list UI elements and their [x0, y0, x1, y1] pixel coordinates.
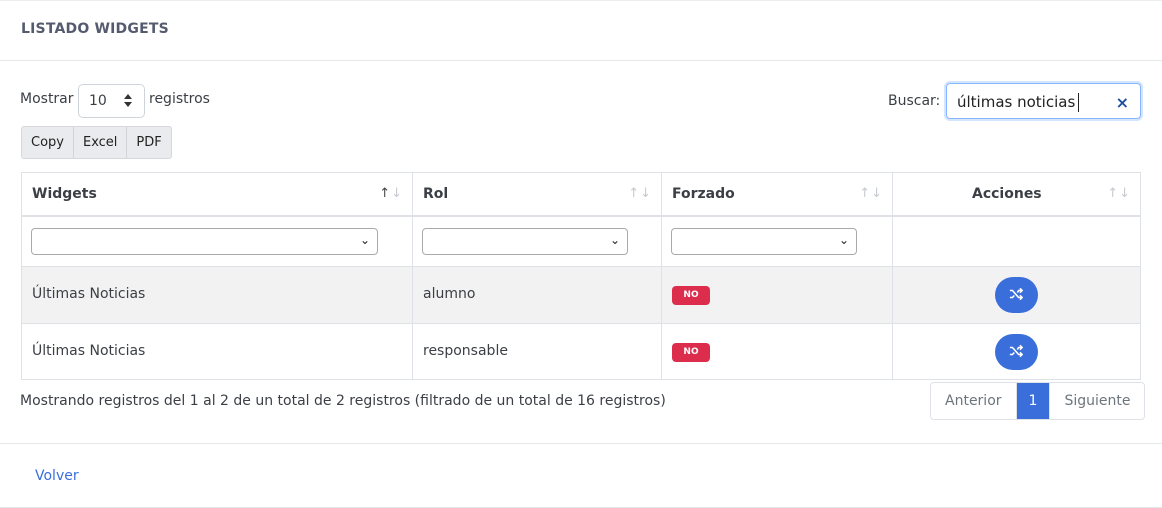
pagination-previous[interactable]: Anterior — [931, 383, 1017, 419]
filter-row: ⌄ ⌄ ⌄ — [22, 217, 1140, 267]
toggle-forced-button[interactable] — [995, 334, 1038, 370]
sort-arrows-icon: ↑↓ — [859, 186, 883, 201]
page-length-select[interactable]: 10 — [78, 84, 145, 118]
column-header-label: Acciones — [972, 186, 1042, 202]
column-header-label: Widgets — [32, 186, 97, 202]
filter-cell: ⌄ — [413, 217, 662, 266]
widgets-filter-select[interactable]: ⌄ — [31, 228, 378, 255]
table-cell: Últimas Noticias — [22, 324, 413, 380]
pagination-page-current[interactable]: 1 — [1016, 383, 1051, 419]
sort-arrows-icon: ↑↓ — [628, 186, 652, 201]
table-cell — [893, 324, 1140, 380]
page-length-value: 10 — [89, 93, 107, 109]
column-header-forzado[interactable]: Forzado ↑↓ — [662, 173, 893, 215]
role-name: alumno — [423, 286, 476, 302]
table-cell — [893, 267, 1140, 323]
export-buttons: Copy Excel PDF — [21, 126, 172, 159]
table-header-row: Widgets ↑↓ Rol ↑↓ Forzado ↑↓ Acciones ↑↓ — [22, 173, 1140, 217]
column-header-rol[interactable]: Rol ↑↓ — [413, 173, 662, 215]
widgets-table: Widgets ↑↓ Rol ↑↓ Forzado ↑↓ Acciones ↑↓… — [21, 172, 1141, 380]
column-header-acciones[interactable]: Acciones ↑↓ — [893, 173, 1140, 215]
chevron-down-icon: ⌄ — [838, 233, 849, 247]
pagination: Anterior 1 Siguiente — [930, 382, 1146, 420]
pagination-next[interactable]: Siguiente — [1050, 383, 1145, 419]
column-header-widgets[interactable]: Widgets ↑↓ — [22, 173, 413, 215]
copy-button[interactable]: Copy — [22, 127, 74, 158]
filter-cell — [893, 217, 1140, 266]
length-prefix-label: Mostrar — [20, 91, 74, 107]
table-cell: responsable — [413, 324, 662, 380]
sort-arrows-icon: ↑↓ — [379, 186, 403, 201]
filter-cell: ⌄ — [22, 217, 413, 266]
table-row: Últimas Noticias alumno NO — [22, 267, 1140, 324]
close-icon[interactable]: × — [1116, 93, 1129, 112]
table-row: Últimas Noticias responsable NO — [22, 324, 1140, 381]
excel-button[interactable]: Excel — [74, 127, 128, 158]
table-info: Mostrando registros del 1 al 2 de un tot… — [20, 393, 666, 409]
table-cell: alumno — [413, 267, 662, 323]
widgets-card: LISTADO WIDGETS Mostrar 10 registros Cop… — [0, 0, 1162, 508]
search-label: Buscar: — [888, 93, 941, 109]
search-input[interactable]: últimas noticias × — [946, 83, 1141, 119]
column-header-label: Rol — [423, 186, 449, 202]
widget-name: Últimas Noticias — [32, 286, 146, 302]
forced-status-badge: NO — [672, 286, 710, 305]
select-arrows-icon — [124, 94, 132, 110]
back-link[interactable]: Volver — [35, 468, 79, 484]
sort-arrows-icon: ↑↓ — [1107, 186, 1131, 201]
card-footer: Volver — [0, 443, 1162, 508]
shuffle-icon — [1009, 287, 1023, 301]
forced-status-badge: NO — [672, 343, 710, 362]
chevron-down-icon: ⌄ — [359, 233, 370, 247]
pdf-button[interactable]: PDF — [127, 127, 170, 158]
toggle-forced-button[interactable] — [995, 277, 1038, 313]
chevron-down-icon: ⌄ — [609, 233, 620, 247]
page-title: LISTADO WIDGETS — [21, 21, 169, 37]
column-header-label: Forzado — [672, 186, 735, 202]
rol-filter-select[interactable]: ⌄ — [422, 228, 628, 255]
card-header: LISTADO WIDGETS — [0, 1, 1162, 61]
forzado-filter-select[interactable]: ⌄ — [671, 228, 857, 255]
table-cell: NO — [662, 267, 893, 323]
shuffle-icon — [1009, 344, 1023, 358]
role-name: responsable — [423, 343, 508, 359]
search-input-value: últimas noticias — [957, 93, 1080, 112]
length-suffix-label: registros — [149, 91, 210, 107]
widget-name: Últimas Noticias — [32, 343, 146, 359]
filter-cell: ⌄ — [662, 217, 893, 266]
table-cell: Últimas Noticias — [22, 267, 413, 323]
table-cell: NO — [662, 324, 893, 380]
